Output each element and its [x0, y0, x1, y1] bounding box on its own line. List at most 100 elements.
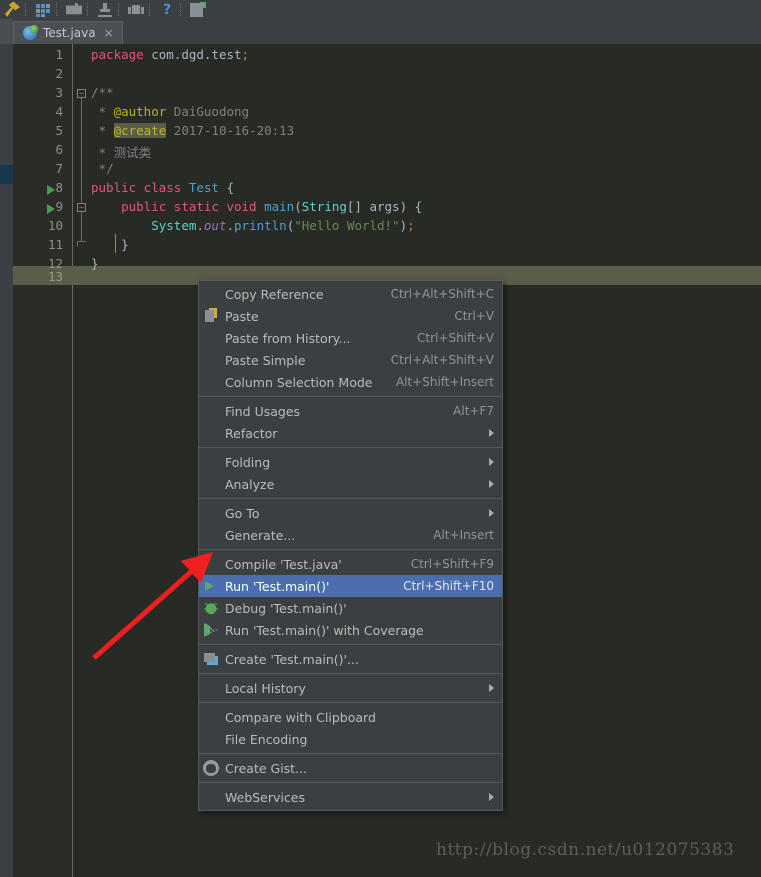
java-class-icon	[23, 25, 38, 40]
menu-item-create-gist[interactable]: Create Gist...	[199, 757, 502, 779]
toolbar-separator	[87, 3, 88, 16]
menu-item-local-history[interactable]: Local History	[199, 677, 502, 699]
menu-item-paste-from-history[interactable]: Paste from History... Ctrl+Shift+V	[199, 327, 502, 349]
menu-separator	[199, 782, 502, 783]
run-icon	[205, 581, 214, 591]
code-line-10: System.out.println("Hello World!");	[91, 218, 414, 233]
line-number: 9	[55, 199, 63, 214]
menu-item-file-encoding[interactable]: File Encoding	[199, 728, 502, 750]
code-line-3: /**	[91, 85, 114, 100]
sdk-download-icon[interactable]	[97, 1, 113, 18]
changed-lines-marker	[0, 165, 13, 184]
token-comment: */	[91, 161, 114, 176]
token-punct: (	[294, 199, 302, 214]
line-number: 1	[55, 47, 63, 62]
menu-item-column-selection-mode[interactable]: Column Selection Mode Alt+Shift+Insert	[199, 371, 502, 393]
menu-separator	[199, 702, 502, 703]
app-grid-icon[interactable]	[35, 1, 51, 18]
menu-item-label: Column Selection Mode	[225, 374, 373, 390]
fold-region-line	[81, 212, 82, 241]
token-field: out	[203, 218, 227, 233]
menu-separator	[199, 644, 502, 645]
fold-region-line	[81, 98, 82, 205]
menu-item-label: Analyze	[225, 476, 275, 492]
menu-item-label: Go To	[225, 505, 260, 521]
main-toolbar: ?	[0, 0, 761, 19]
menu-item-compare-with-clipboard[interactable]: Compare with Clipboard	[199, 706, 502, 728]
menu-item-find-usages[interactable]: Find Usages Alt+F7	[199, 400, 502, 422]
token-keyword: public static void	[121, 199, 265, 214]
menu-item-accelerator: Ctrl+Shift+F10	[403, 579, 494, 593]
github-gist-icon	[203, 760, 219, 776]
menu-item-label: File Encoding	[225, 731, 308, 747]
toolbar-separator	[56, 3, 57, 16]
token-comment: /**	[91, 85, 114, 100]
menu-item-accelerator: Ctrl+Alt+Shift+V	[390, 353, 494, 367]
token-type: String	[301, 199, 347, 214]
code-line-11: }	[91, 237, 129, 252]
menu-item-go-to[interactable]: Go To	[199, 502, 502, 524]
menu-item-paste-simple[interactable]: Paste Simple Ctrl+Alt+Shift+V	[199, 349, 502, 371]
coverage-icon	[204, 623, 218, 637]
token-method-name: println	[234, 218, 287, 233]
line-number: 7	[55, 161, 63, 176]
token-punct: )	[399, 218, 408, 233]
token-comment: *	[91, 123, 114, 138]
menu-separator	[199, 447, 502, 448]
avd-manager-icon[interactable]	[128, 1, 144, 18]
code-line-12: }	[91, 256, 99, 271]
help-icon[interactable]: ?	[159, 2, 175, 18]
sync-gradle-icon[interactable]	[66, 3, 82, 15]
tab-label: Test.java	[43, 26, 96, 40]
menu-item-accelerator: Ctrl+Shift+V	[417, 331, 494, 345]
tab-test-java[interactable]: Test.java ×	[13, 21, 123, 44]
token-keyword: package	[91, 47, 144, 62]
menu-item-label: Run 'Test.main()'	[225, 578, 330, 594]
chevron-right-icon	[489, 429, 494, 437]
close-icon[interactable]: ×	[104, 27, 114, 39]
line-number: 11	[47, 237, 63, 252]
fold-collapse-icon[interactable]: −	[77, 89, 86, 98]
menu-item-accelerator: Alt+F7	[453, 404, 494, 418]
save-all-icon[interactable]	[190, 1, 206, 18]
chevron-right-icon	[489, 480, 494, 488]
left-marker-strip	[0, 44, 13, 877]
token-javadoc-tag: @author	[113, 104, 167, 119]
menu-item-generate[interactable]: Generate... Alt+Insert	[199, 524, 502, 546]
line-number: 4	[55, 104, 63, 119]
menu-separator	[199, 396, 502, 397]
menu-item-label: Refactor	[225, 425, 278, 441]
menu-item-debug-test-main[interactable]: Debug 'Test.main()'	[199, 597, 502, 619]
menu-item-web-services[interactable]: WebServices	[199, 786, 502, 808]
ide-window: ? Test.java × 1 2 3 4 5 6 7 8 9 10 11 12	[0, 0, 761, 877]
menu-item-label: Paste from History...	[225, 330, 351, 346]
token-string: "Hello World!"	[294, 218, 400, 233]
editor-context-menu[interactable]: Copy Reference Ctrl+Alt+Shift+C Paste Ct…	[198, 280, 503, 811]
build-hammer-icon[interactable]	[4, 1, 20, 17]
menu-item-compile-test-java[interactable]: Compile 'Test.java' Ctrl+Shift+F9	[199, 553, 502, 575]
menu-item-folding[interactable]: Folding	[199, 451, 502, 473]
menu-item-accelerator: Ctrl+V	[454, 309, 494, 323]
menu-item-label: Create 'Test.main()'...	[225, 651, 359, 667]
menu-item-run-with-coverage[interactable]: Run 'Test.main()' with Coverage	[199, 619, 502, 641]
menu-item-label: Find Usages	[225, 403, 301, 419]
fold-collapse-icon[interactable]: −	[77, 203, 86, 212]
menu-item-label: Compile 'Test.java'	[225, 556, 342, 572]
menu-item-create-test-main-config[interactable]: Create 'Test.main()'...	[199, 648, 502, 670]
toolbar-separator	[149, 3, 150, 16]
chevron-right-icon	[489, 684, 494, 692]
menu-item-copy-reference[interactable]: Copy Reference Ctrl+Alt+Shift+C	[199, 283, 502, 305]
toolbar-separator	[25, 3, 26, 16]
run-gutter-marker[interactable]	[47, 185, 55, 195]
menu-item-run-test-main[interactable]: Run 'Test.main()' Ctrl+Shift+F10	[199, 575, 502, 597]
menu-item-refactor[interactable]: Refactor	[199, 422, 502, 444]
toolbar-separator	[118, 3, 119, 16]
menu-item-label: Copy Reference	[225, 286, 324, 302]
menu-item-paste[interactable]: Paste Ctrl+V	[199, 305, 502, 327]
menu-item-analyze[interactable]: Analyze	[199, 473, 502, 495]
chevron-right-icon	[489, 509, 494, 517]
run-gutter-marker[interactable]	[47, 204, 55, 214]
gutter-divider	[72, 44, 73, 877]
menu-item-label: Paste	[225, 308, 259, 324]
